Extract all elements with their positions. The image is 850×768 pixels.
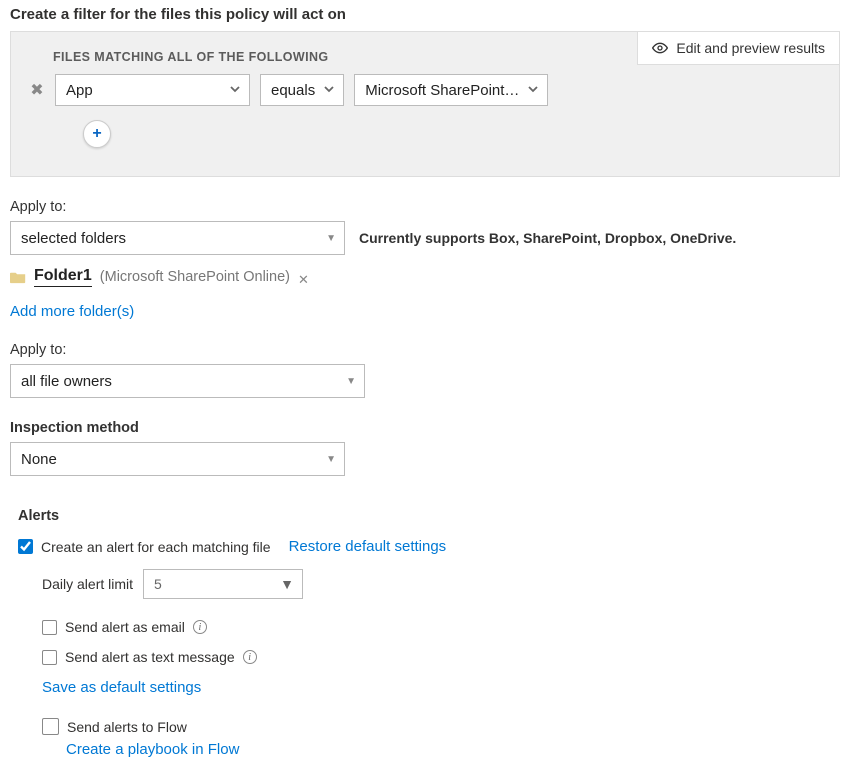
restore-defaults-link[interactable]: Restore default settings [289, 538, 447, 555]
filter-panel: Edit and preview results FILES MATCHING … [10, 31, 840, 177]
save-defaults-link[interactable]: Save as default settings [42, 679, 840, 696]
filter-value-select[interactable]: Microsoft SharePoint… [354, 74, 548, 106]
filter-value-text: Microsoft SharePoint… [365, 82, 519, 99]
add-filter-button[interactable]: + [83, 120, 111, 148]
send-flow-row: Send alerts to Flow [42, 718, 840, 735]
remove-filter-icon[interactable]: ✖ [29, 80, 45, 100]
send-email-checkbox[interactable] [42, 620, 57, 635]
filter-field-select[interactable]: App [55, 74, 250, 106]
send-text-label: Send alert as text message [65, 649, 235, 665]
eye-icon [652, 40, 668, 56]
chevron-down-icon [527, 82, 539, 99]
folder-name[interactable]: Folder1 [34, 267, 92, 287]
daily-limit-select[interactable]: 5 ▼ [143, 569, 303, 599]
plus-icon: + [92, 126, 101, 142]
filter-operator-value: equals [271, 82, 315, 99]
apply-folders-hint: Currently supports Box, SharePoint, Drop… [359, 230, 736, 246]
send-flow-label: Send alerts to Flow [67, 719, 187, 735]
folder-source: (Microsoft SharePoint Online) [100, 269, 290, 285]
filter-operator-select[interactable]: equals [260, 74, 344, 106]
daily-limit-value: 5 [154, 576, 162, 592]
filter-row: ✖ App equals Microsoft SharePoint… [29, 74, 821, 106]
edit-preview-label: Edit and preview results [676, 40, 825, 56]
create-alert-checkbox[interactable] [18, 539, 33, 554]
create-playbook-link[interactable]: Create a playbook in Flow [66, 741, 840, 758]
triangle-down-icon: ▼ [326, 454, 336, 465]
daily-limit-label: Daily alert limit [42, 576, 133, 592]
filter-field-value: App [66, 82, 93, 99]
apply-folders-label: Apply to: [10, 199, 840, 215]
apply-folders-value: selected folders [21, 230, 126, 247]
send-text-row: Send alert as text message i [42, 649, 840, 665]
daily-limit-row: Daily alert limit 5 ▼ [42, 569, 840, 599]
selected-folder-row: Folder1 (Microsoft SharePoint Online) ✕ [10, 267, 840, 287]
send-text-checkbox[interactable] [42, 650, 57, 665]
alerts-heading: Alerts [18, 508, 840, 524]
inspection-value: None [21, 451, 57, 468]
apply-owners-value: all file owners [21, 373, 112, 390]
page-title: Create a filter for the files this polic… [10, 6, 840, 23]
apply-owners-select[interactable]: all file owners ▼ [10, 364, 365, 398]
apply-folders-select[interactable]: selected folders ▼ [10, 221, 345, 255]
triangle-down-icon: ▼ [280, 576, 294, 592]
add-more-folders-link[interactable]: Add more folder(s) [10, 303, 840, 320]
create-alert-row: Create an alert for each matching file R… [18, 538, 840, 555]
triangle-down-icon: ▼ [326, 233, 336, 244]
send-flow-checkbox[interactable] [42, 718, 59, 735]
info-icon[interactable]: i [243, 650, 257, 664]
send-email-row: Send alert as email i [42, 619, 840, 635]
edit-preview-button[interactable]: Edit and preview results [637, 31, 840, 65]
apply-owners-label: Apply to: [10, 342, 840, 358]
chevron-down-icon [323, 82, 335, 99]
inspection-select[interactable]: None ▼ [10, 442, 345, 476]
info-icon[interactable]: i [193, 620, 207, 634]
create-alert-label: Create an alert for each matching file [41, 539, 271, 555]
remove-folder-icon[interactable]: ✕ [298, 272, 309, 288]
send-email-label: Send alert as email [65, 619, 185, 635]
folder-icon [10, 271, 26, 284]
inspection-label: Inspection method [10, 420, 840, 436]
triangle-down-icon: ▼ [346, 376, 356, 387]
chevron-down-icon [229, 82, 241, 99]
